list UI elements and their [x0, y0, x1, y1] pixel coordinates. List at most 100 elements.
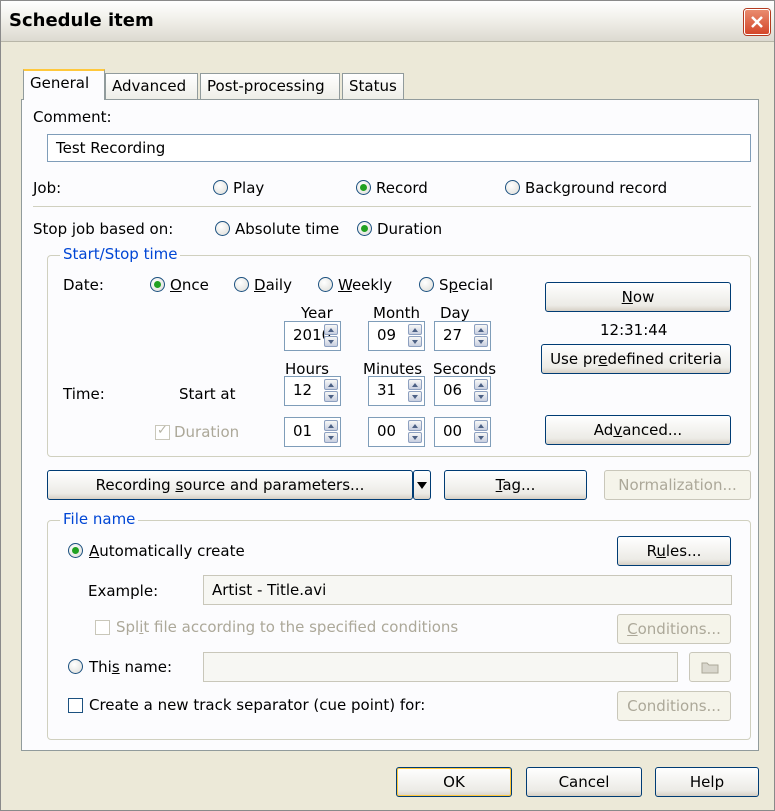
duration-seconds-value: 00: [443, 422, 463, 440]
start-seconds-spinner[interactable]: 06: [434, 376, 491, 406]
browse-folder-button[interactable]: [689, 652, 731, 682]
start-hours-value: 12: [293, 381, 313, 399]
tab-general[interactable]: General: [23, 69, 105, 100]
date-special-radio[interactable]: [419, 277, 434, 292]
general-tab-panel: Comment: Test Recording Job: Play Record…: [21, 99, 759, 751]
job-record-label[interactable]: Record: [376, 179, 428, 197]
spin-down-icon[interactable]: [474, 336, 488, 347]
time-label: Time:: [63, 385, 105, 403]
spin-up-icon[interactable]: [474, 420, 488, 431]
folder-icon: [701, 662, 719, 674]
spin-up-icon[interactable]: [474, 324, 488, 335]
spin-down-icon[interactable]: [408, 432, 422, 443]
cue-point-label: Create a new track separator (cue point)…: [89, 696, 426, 714]
month-value: 09: [377, 326, 397, 344]
comment-input[interactable]: Test Recording: [47, 134, 751, 162]
cue-conditions-button[interactable]: Conditions...: [617, 691, 731, 721]
start-minutes-spinner[interactable]: 31: [368, 376, 425, 406]
ok-button[interactable]: OK: [396, 767, 512, 797]
this-name-radio[interactable]: [68, 659, 83, 674]
example-label: Example:: [88, 582, 159, 600]
job-play-radio[interactable]: [213, 180, 228, 195]
month-column-label: Month: [373, 304, 421, 322]
job-record-radio[interactable]: [356, 180, 371, 195]
this-name-label[interactable]: This name:: [89, 658, 172, 676]
stop-duration-label[interactable]: Duration: [377, 220, 442, 238]
start-minutes-value: 31: [377, 381, 397, 399]
recording-source-dropdown[interactable]: [413, 470, 431, 500]
advanced-time-button[interactable]: Advanced...: [545, 415, 731, 445]
help-button[interactable]: Help: [655, 767, 759, 797]
recording-source-button[interactable]: Recording source and parameters...: [47, 470, 413, 500]
job-label: Job:: [33, 179, 62, 197]
automatically-create-label[interactable]: Automatically create: [89, 542, 245, 560]
tab-post-processing[interactable]: Post-processing: [200, 73, 340, 99]
automatically-create-radio[interactable]: [68, 543, 83, 558]
file-name-group-title: File name: [60, 510, 139, 528]
date-weekly-label[interactable]: Weekly: [338, 276, 392, 294]
year-column-label: Year: [301, 304, 333, 322]
tab-advanced[interactable]: Advanced: [105, 73, 198, 99]
job-background-record-radio[interactable]: [505, 180, 520, 195]
day-spinner[interactable]: 27: [434, 321, 491, 351]
duration-checkbox[interactable]: [155, 423, 170, 440]
example-field: Artist - Title.avi: [203, 575, 732, 605]
stop-absolute-time-label[interactable]: Absolute time: [235, 220, 339, 238]
spin-down-icon[interactable]: [408, 391, 422, 402]
duration-label: Duration: [174, 423, 240, 441]
this-name-input[interactable]: [203, 652, 678, 682]
year-spinner[interactable]: 2010: [284, 321, 341, 351]
schedule-item-dialog: Schedule item General Advanced Post-proc…: [0, 0, 775, 811]
comment-label: Comment:: [33, 108, 112, 126]
spin-up-icon[interactable]: [408, 324, 422, 335]
use-predefined-criteria-button[interactable]: Use predefined criteria: [541, 344, 731, 374]
date-once-label[interactable]: Once: [170, 276, 209, 294]
spin-up-icon[interactable]: [408, 379, 422, 390]
job-play-label[interactable]: Play: [233, 179, 264, 197]
spin-down-icon[interactable]: [408, 336, 422, 347]
tag-button[interactable]: Tag...: [444, 470, 587, 500]
date-daily-radio[interactable]: [234, 277, 249, 292]
date-special-label[interactable]: Special: [439, 276, 493, 294]
spin-down-icon[interactable]: [324, 336, 338, 347]
split-file-checkbox[interactable]: [95, 620, 110, 635]
job-background-record-label[interactable]: Background record: [525, 179, 667, 197]
duration-hours-value: 01: [293, 422, 313, 440]
date-once-radio[interactable]: [150, 277, 165, 292]
close-button[interactable]: [744, 9, 770, 35]
stop-absolute-time-radio[interactable]: [215, 221, 230, 236]
spin-down-icon[interactable]: [324, 432, 338, 443]
duration-minutes-value: 00: [377, 422, 397, 440]
current-time: 12:31:44: [600, 321, 668, 339]
date-label: Date:: [63, 276, 104, 294]
day-value: 27: [443, 326, 463, 344]
duration-hours-spinner[interactable]: 01: [284, 417, 341, 447]
window-title: Schedule item: [9, 10, 154, 31]
spin-down-icon[interactable]: [324, 391, 338, 402]
split-file-label: Split file according to the specified co…: [116, 618, 459, 636]
stop-duration-radio[interactable]: [357, 221, 372, 236]
spin-down-icon[interactable]: [474, 432, 488, 443]
duration-seconds-spinner[interactable]: 00: [434, 417, 491, 447]
spin-up-icon[interactable]: [474, 379, 488, 390]
normalization-button[interactable]: Normalization...: [604, 470, 751, 500]
duration-minutes-spinner[interactable]: 00: [368, 417, 425, 447]
tab-status[interactable]: Status: [342, 73, 404, 99]
start-hours-spinner[interactable]: 12: [284, 376, 341, 406]
spin-up-icon[interactable]: [324, 324, 338, 335]
now-button[interactable]: Now: [545, 282, 731, 312]
split-conditions-button[interactable]: Conditions...: [617, 614, 731, 644]
cue-point-checkbox[interactable]: [68, 698, 83, 713]
cancel-button[interactable]: Cancel: [526, 767, 642, 797]
date-weekly-radio[interactable]: [318, 277, 333, 292]
rules-button[interactable]: Rules...: [617, 536, 731, 566]
day-column-label: Day: [440, 304, 470, 322]
title-bar: Schedule item: [1, 1, 774, 42]
spin-up-icon[interactable]: [324, 420, 338, 431]
spin-up-icon[interactable]: [408, 420, 422, 431]
date-daily-label[interactable]: Daily: [254, 276, 292, 294]
month-spinner[interactable]: 09: [368, 321, 425, 351]
close-icon: [751, 16, 763, 28]
spin-up-icon[interactable]: [324, 379, 338, 390]
spin-down-icon[interactable]: [474, 391, 488, 402]
